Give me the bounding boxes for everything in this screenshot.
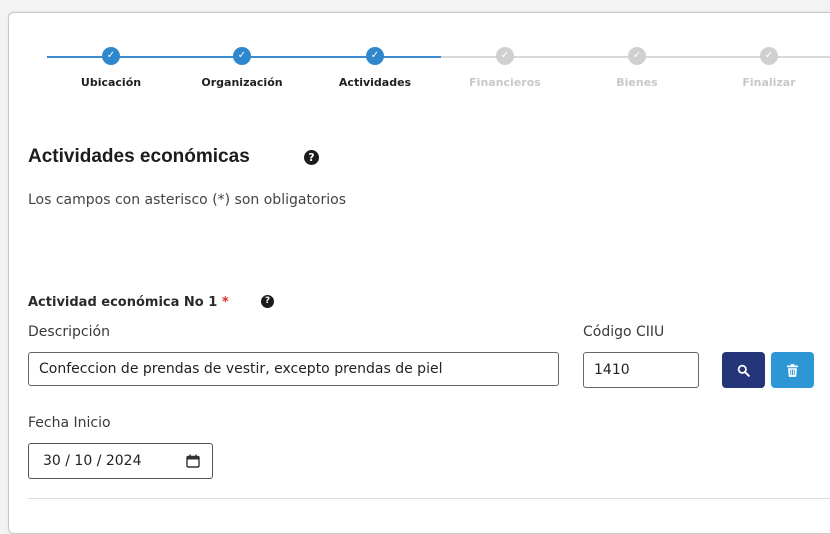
activity-title: Actividad económica No 1 * [28, 295, 229, 310]
step-label: Bienes [616, 76, 658, 89]
help-icon[interactable]: ? [304, 150, 319, 165]
delete-button[interactable] [771, 352, 814, 388]
check-icon: ✓ [628, 47, 646, 65]
trash-icon [787, 363, 798, 377]
required-fields-note: Los campos con asterisco (*) son obligat… [28, 192, 347, 208]
search-icon [737, 364, 750, 377]
activity-help-icon[interactable]: ? [261, 295, 274, 308]
description-label: Descripción [28, 324, 110, 340]
calendar-icon[interactable] [186, 454, 200, 468]
step-label: Organización [201, 76, 283, 89]
description-value: Confeccion de prendas de vestir, excepto… [39, 361, 443, 377]
check-icon: ✓ [366, 47, 384, 65]
page-title: Actividades económicas [28, 146, 250, 167]
start-date-label: Fecha Inicio [28, 415, 111, 431]
activity-title-text: Actividad económica No 1 [28, 295, 218, 310]
check-icon: ✓ [102, 47, 120, 65]
check-icon: ✓ [496, 47, 514, 65]
start-date-value: 30 / 10 / 2024 [43, 453, 142, 469]
step-organizacion[interactable]: ✓ Organización [177, 47, 307, 89]
ciiu-label: Código CIIU [583, 324, 665, 340]
step-bienes: ✓ Bienes [572, 47, 702, 89]
step-finalizar: ✓ Finalizar [704, 47, 830, 89]
step-financieros: ✓ Financieros [440, 47, 570, 89]
step-label: Finalizar [742, 76, 796, 89]
step-label: Financieros [469, 76, 541, 89]
section-divider [28, 498, 830, 499]
step-label: Ubicación [80, 76, 142, 89]
required-asterisk: * [221, 295, 229, 310]
step-actividades[interactable]: ✓ Actividades [310, 47, 440, 89]
step-label: Actividades [338, 76, 412, 89]
ciiu-field[interactable]: 1410 [583, 352, 699, 388]
ciiu-value: 1410 [594, 362, 630, 378]
check-icon: ✓ [760, 47, 778, 65]
search-button[interactable] [722, 352, 765, 388]
progress-stepper: ✓ Ubicación ✓ Organización ✓ Actividades… [9, 13, 830, 103]
check-icon: ✓ [233, 47, 251, 65]
description-field[interactable]: Confeccion de prendas de vestir, excepto… [28, 352, 559, 386]
start-date-field[interactable]: 30 / 10 / 2024 [28, 443, 213, 479]
step-ubicacion[interactable]: ✓ Ubicación [46, 47, 176, 89]
